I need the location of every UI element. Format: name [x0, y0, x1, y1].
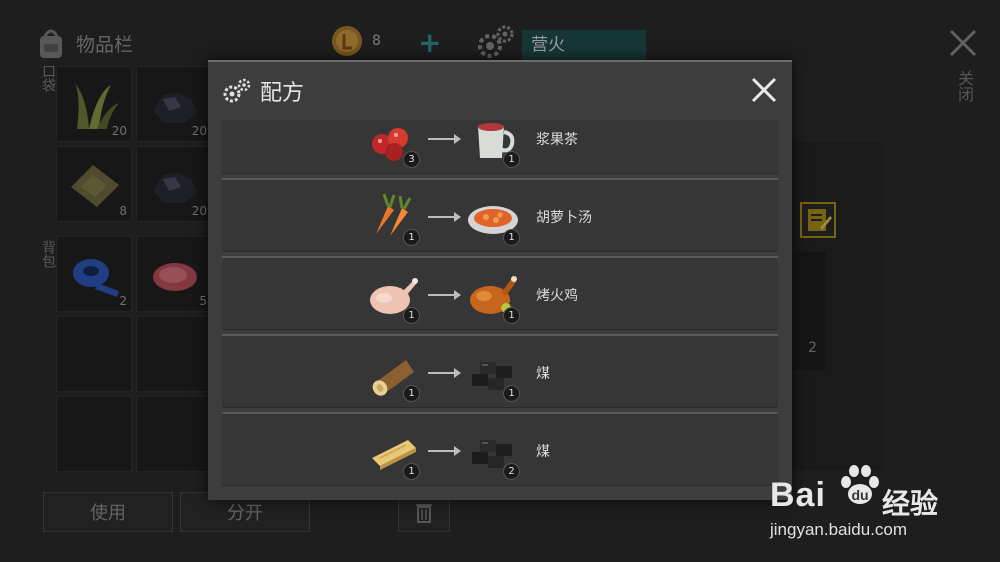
arrow-icon: [428, 446, 461, 456]
recipe-row[interactable]: 3 1 浆果茶: [222, 120, 778, 174]
recipe-name: 胡萝卜汤: [536, 210, 592, 226]
arrow-icon: [428, 134, 461, 144]
input-count-badge: 1: [403, 385, 420, 402]
input-count-badge: 1: [403, 229, 420, 246]
svg-text:du: du: [851, 487, 868, 503]
input-count-badge: 1: [403, 307, 420, 324]
recipe-modal: 配方 3 1 浆果茶 1 1 胡萝卜汤 1 1 烤火鸡 1 1 煤 1 2 煤: [208, 60, 792, 500]
recipe-row[interactable]: 1 2 煤: [222, 412, 778, 486]
recipe-output: 1: [466, 268, 520, 324]
recipe-input: 1: [366, 346, 420, 402]
gears-icon: [223, 78, 251, 103]
recipe-input: 1: [366, 268, 420, 324]
output-count-badge: 1: [503, 307, 520, 324]
recipe-output: 1: [466, 346, 520, 402]
arrow-icon: [428, 290, 461, 300]
watermark-url: jingyan.baidu.com: [770, 520, 908, 539]
input-count-badge: 3: [403, 151, 420, 168]
recipe-input: 1: [366, 424, 420, 480]
recipe-row[interactable]: 1 1 煤: [222, 334, 778, 408]
baidu-watermark: Bai du 经验 jingyan.baidu.com: [764, 462, 984, 552]
recipe-list[interactable]: 3 1 浆果茶 1 1 胡萝卜汤 1 1 烤火鸡 1 1 煤 1 2 煤: [222, 120, 778, 492]
recipe-input: 3: [366, 120, 420, 168]
arrow-icon: [428, 212, 461, 222]
recipe-name: 烤火鸡: [536, 288, 578, 304]
output-count-badge: 1: [503, 385, 520, 402]
watermark-brand: Bai: [770, 476, 826, 514]
modal-header: 配方: [208, 62, 792, 120]
recipe-output: 1: [466, 190, 520, 246]
recipe-name: 煤: [536, 366, 550, 382]
watermark-brand-cn: 经验: [882, 487, 939, 520]
output-count-badge: 2: [503, 463, 520, 480]
recipe-output: 2: [466, 424, 520, 480]
output-count-badge: 1: [503, 229, 520, 246]
recipe-row[interactable]: 1 1 烤火鸡: [222, 256, 778, 330]
recipe-output: 1: [466, 120, 520, 168]
recipe-row[interactable]: 1 1 胡萝卜汤: [222, 178, 778, 252]
modal-title: 配方: [260, 81, 305, 106]
input-count-badge: 1: [403, 463, 420, 480]
recipe-input: 1: [366, 190, 420, 246]
arrow-icon: [428, 368, 461, 378]
paw-icon: du: [841, 465, 879, 504]
output-count-badge: 1: [503, 151, 520, 168]
close-icon[interactable]: [750, 76, 778, 104]
recipe-name: 浆果茶: [536, 132, 578, 148]
recipe-name: 煤: [536, 444, 550, 460]
